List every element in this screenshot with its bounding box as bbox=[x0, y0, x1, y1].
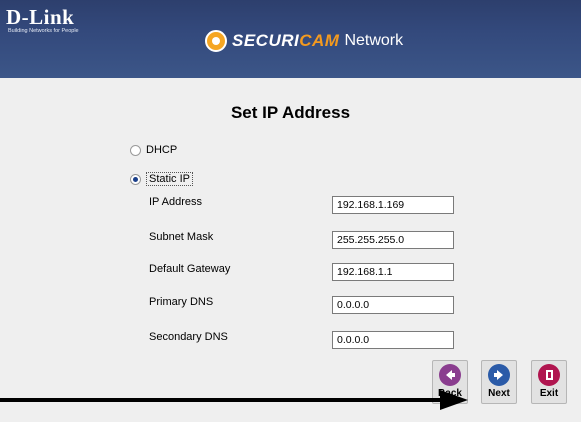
subnet-mask-input[interactable] bbox=[332, 231, 454, 249]
callout-arrow-shaft bbox=[0, 398, 440, 402]
header-banner: D-Link Building Networks for People SECU… bbox=[0, 0, 581, 78]
primary-dns-label: Primary DNS bbox=[149, 296, 214, 308]
page-title: Set IP Address bbox=[230, 103, 351, 122]
product-brand: SECURICAM bbox=[232, 31, 339, 51]
static-ip-radio[interactable] bbox=[130, 173, 141, 185]
camera-lens-icon bbox=[205, 30, 227, 52]
static-ip-label[interactable]: Static IP bbox=[146, 172, 193, 186]
next-button[interactable]: Next bbox=[481, 360, 517, 404]
product-suffix: Network bbox=[344, 32, 404, 49]
securicam-logo: SECURICAM Network bbox=[205, 28, 403, 54]
exit-door-icon bbox=[538, 364, 560, 386]
brand-name: D-Link bbox=[6, 5, 75, 29]
callout-arrow-head bbox=[440, 390, 468, 410]
setup-wizard-window: D-Link Building Networks for People SECU… bbox=[0, 0, 581, 422]
arrow-right-icon bbox=[488, 364, 510, 386]
ip-address-input[interactable] bbox=[332, 196, 454, 214]
product-brand-accent: CAM bbox=[299, 31, 340, 50]
primary-dns-input[interactable] bbox=[332, 296, 454, 314]
default-gateway-input[interactable] bbox=[332, 263, 454, 281]
dhcp-radio-option[interactable]: DHCP bbox=[130, 144, 177, 156]
content-panel: Set IP Address DHCP Static IP IP Address… bbox=[0, 78, 581, 422]
brand-tagline: Building Networks for People bbox=[8, 28, 79, 34]
product-brand-main: SECURI bbox=[232, 31, 300, 50]
dhcp-radio[interactable] bbox=[130, 144, 141, 156]
dhcp-label[interactable]: DHCP bbox=[146, 144, 177, 156]
ip-address-label: IP Address bbox=[149, 196, 202, 208]
subnet-mask-label: Subnet Mask bbox=[149, 231, 214, 243]
next-button-label: Next bbox=[488, 388, 510, 399]
secondary-dns-input[interactable] bbox=[332, 331, 454, 349]
default-gateway-label: Default Gateway bbox=[149, 263, 231, 275]
dlink-logo: D-Link Building Networks for People bbox=[6, 6, 79, 35]
arrow-left-icon bbox=[439, 364, 461, 386]
exit-button-label: Exit bbox=[539, 388, 559, 399]
secondary-dns-label: Secondary DNS bbox=[149, 331, 228, 343]
exit-button[interactable]: Exit bbox=[531, 360, 567, 404]
static-ip-radio-option[interactable]: Static IP bbox=[130, 172, 193, 186]
